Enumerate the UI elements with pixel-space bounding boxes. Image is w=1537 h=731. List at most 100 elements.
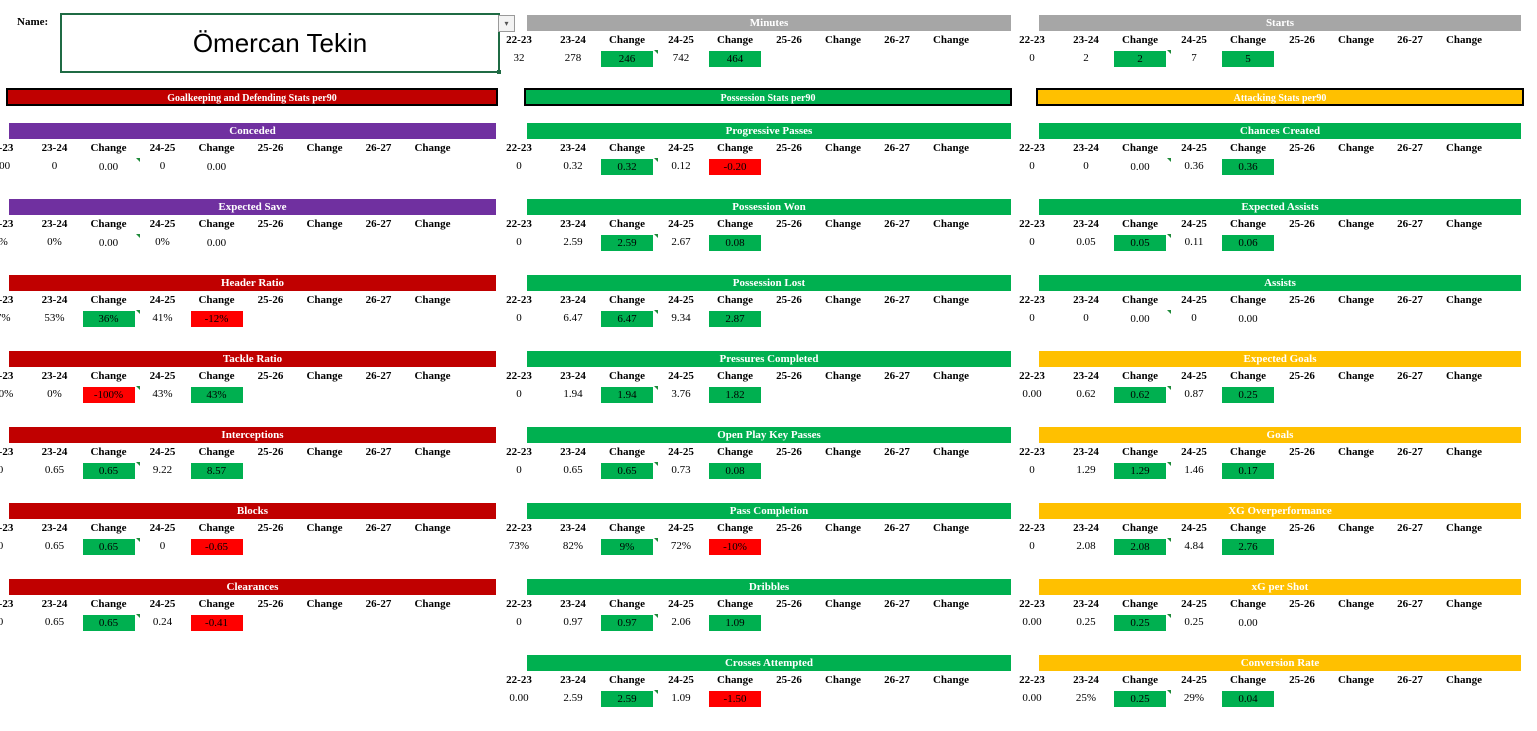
change-cell[interactable]: 36% [82, 311, 135, 327]
value-cell[interactable]: 0.00 [0, 160, 28, 172]
change-cell[interactable]: 0.25 [1114, 615, 1166, 631]
value-cell[interactable]: 0.05 [1059, 236, 1113, 248]
value-cell[interactable]: 0.12 [654, 160, 708, 172]
value-cell[interactable]: 0 [0, 464, 28, 476]
value-cell[interactable]: 0.00 [1005, 692, 1059, 704]
value-cell[interactable]: 0.11 [1167, 236, 1221, 248]
change-cell[interactable]: 246 [601, 51, 653, 67]
value-cell[interactable]: 0.00 [1005, 388, 1059, 400]
change-cell[interactable]: -100% [82, 387, 135, 403]
value-cell[interactable]: 7 [1167, 52, 1221, 64]
change-cell[interactable]: 0.06 [1222, 235, 1274, 251]
change-cell[interactable]: 0.32 [601, 159, 653, 175]
value-cell[interactable]: 278 [546, 52, 600, 64]
value-cell[interactable]: 0 [0, 540, 28, 552]
value-cell[interactable]: 0 [492, 312, 546, 324]
change-cell[interactable]: 0.97 [601, 615, 653, 631]
value-cell[interactable]: 0% [28, 236, 82, 248]
value-cell[interactable]: 0 [1059, 160, 1113, 172]
change-cell[interactable]: 0.62 [1114, 387, 1166, 403]
value-cell[interactable]: 0 [1005, 312, 1059, 324]
value-cell[interactable]: 0 [492, 464, 546, 476]
change-cell[interactable]: 0.08 [709, 463, 761, 479]
value-cell[interactable]: 0.36 [1167, 160, 1221, 172]
value-cell[interactable]: 0 [492, 160, 546, 172]
value-cell[interactable]: 1.94 [546, 388, 600, 400]
change-cell[interactable]: 2.08 [1114, 539, 1166, 555]
value-cell[interactable]: 25% [1059, 692, 1113, 704]
change-cell[interactable]: 0.65 [82, 463, 135, 479]
value-cell[interactable]: 2.59 [546, 692, 600, 704]
value-cell[interactable]: 0.00 [492, 692, 546, 704]
change-cell[interactable]: 1.09 [709, 615, 761, 631]
value-cell[interactable]: 1.46 [1167, 464, 1221, 476]
value-cell[interactable]: 0 [136, 160, 190, 172]
value-cell[interactable]: 32 [492, 52, 546, 64]
value-cell[interactable]: 0.00 [1005, 616, 1059, 628]
value-cell[interactable]: 41% [136, 312, 190, 324]
value-cell[interactable]: 0.73 [654, 464, 708, 476]
change-cell[interactable]: -0.20 [709, 159, 761, 175]
change-cell[interactable]: 0.00 [1222, 311, 1274, 327]
value-cell[interactable]: 3.76 [654, 388, 708, 400]
change-cell[interactable]: -10% [709, 539, 761, 555]
value-cell[interactable]: 9.34 [654, 312, 708, 324]
change-cell[interactable]: 0.05 [1114, 235, 1166, 251]
value-cell[interactable]: 0.65 [546, 464, 600, 476]
change-cell[interactable]: 0.08 [709, 235, 761, 251]
value-cell[interactable]: 0 [1167, 312, 1221, 324]
value-cell[interactable]: 0.87 [1167, 388, 1221, 400]
value-cell[interactable]: 0 [1005, 540, 1059, 552]
change-cell[interactable]: 1.29 [1114, 463, 1166, 479]
change-cell[interactable]: 0.17 [1222, 463, 1274, 479]
change-cell[interactable]: 2.59 [601, 691, 653, 707]
change-cell[interactable]: 5 [1222, 51, 1274, 67]
dropdown-arrow-icon[interactable]: ▾ [498, 15, 515, 32]
change-cell[interactable]: -12% [190, 311, 243, 327]
value-cell[interactable]: 0.25 [1059, 616, 1113, 628]
change-cell[interactable]: 0.25 [1114, 691, 1166, 707]
value-cell[interactable]: 0 [28, 160, 82, 172]
change-cell[interactable]: 9% [601, 539, 653, 555]
change-cell[interactable]: -1.50 [709, 691, 761, 707]
value-cell[interactable]: 742 [654, 52, 708, 64]
change-cell[interactable]: 0.04 [1222, 691, 1274, 707]
change-cell[interactable]: 0.00 [1222, 615, 1274, 631]
value-cell[interactable]: 0% [136, 236, 190, 248]
value-cell[interactable]: 9.22 [136, 464, 190, 476]
value-cell[interactable]: 2 [1059, 52, 1113, 64]
change-cell[interactable]: 0.00 [1114, 159, 1166, 175]
value-cell[interactable]: 0 [492, 236, 546, 248]
value-cell[interactable]: 0 [492, 388, 546, 400]
value-cell[interactable]: 0% [0, 236, 28, 248]
change-cell[interactable]: 0.00 [1114, 311, 1166, 327]
change-cell[interactable]: 0.00 [83, 159, 135, 175]
value-cell[interactable]: 0 [1005, 464, 1059, 476]
change-cell[interactable]: 0.65 [82, 615, 135, 631]
value-cell[interactable]: 53% [28, 312, 82, 324]
change-cell[interactable]: 0.25 [1222, 387, 1274, 403]
value-cell[interactable]: 0 [1059, 312, 1113, 324]
value-cell[interactable]: 0.32 [546, 160, 600, 172]
value-cell[interactable]: 72% [654, 540, 708, 552]
change-cell[interactable]: 2.59 [601, 235, 653, 251]
change-cell[interactable]: -0.41 [190, 615, 243, 631]
value-cell[interactable]: 0.25 [1167, 616, 1221, 628]
change-cell[interactable]: 0.00 [83, 235, 135, 251]
change-cell[interactable]: 1.82 [709, 387, 761, 403]
value-cell[interactable]: 6.47 [546, 312, 600, 324]
player-name-field[interactable]: Ömercan Tekin [60, 13, 501, 74]
value-cell[interactable]: 0.65 [28, 464, 82, 476]
change-cell[interactable]: 0.36 [1222, 159, 1274, 175]
value-cell[interactable]: 0.97 [546, 616, 600, 628]
value-cell[interactable]: 0.65 [28, 616, 82, 628]
change-cell[interactable]: 0.00 [191, 235, 243, 251]
value-cell[interactable]: 0% [28, 388, 82, 400]
value-cell[interactable]: 82% [546, 540, 600, 552]
value-cell[interactable]: 0 [0, 616, 28, 628]
value-cell[interactable]: 73% [492, 540, 546, 552]
change-cell[interactable]: 2 [1114, 51, 1166, 67]
value-cell[interactable]: 0 [1005, 160, 1059, 172]
change-cell[interactable]: -0.65 [190, 539, 243, 555]
change-cell[interactable]: 0.65 [601, 463, 653, 479]
